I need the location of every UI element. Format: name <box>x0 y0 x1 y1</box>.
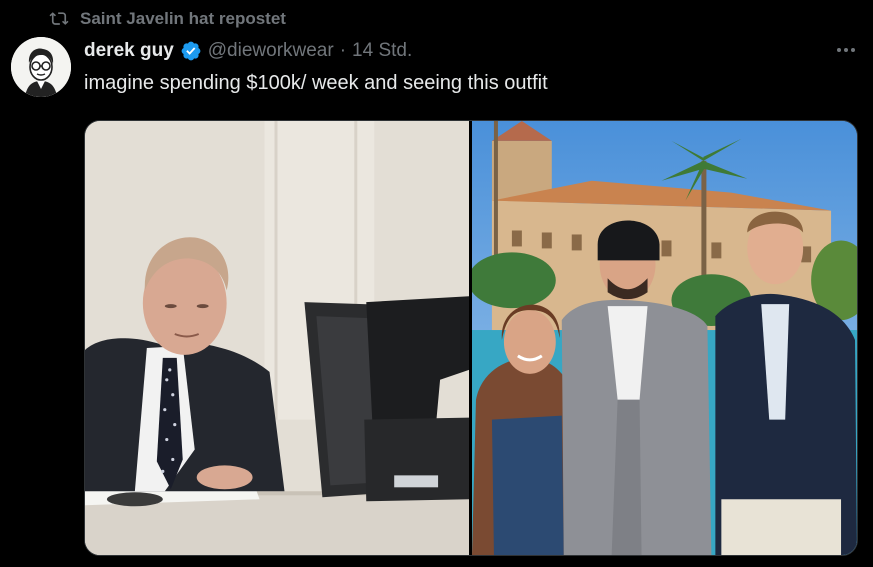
handle[interactable]: @dieworkwear <box>208 40 334 62</box>
verified-badge-icon[interactable] <box>180 40 202 62</box>
post[interactable]: Saint Javelin hat repostet derek guy @di… <box>0 0 873 567</box>
avatar[interactable] <box>11 37 71 97</box>
repost-icon <box>49 12 69 25</box>
tweet-text: imagine spending $100k/ week and seeing … <box>84 72 548 94</box>
media-photo-left[interactable] <box>85 121 469 555</box>
repost-label: Saint Javelin hat repostet <box>80 9 286 28</box>
media-grid <box>84 120 858 556</box>
avatar-illustration <box>11 37 71 97</box>
separator: · <box>339 40 347 61</box>
display-name[interactable]: derek guy <box>84 40 174 62</box>
media-photo-right[interactable] <box>472 121 857 555</box>
timestamp[interactable]: 14 Std. <box>352 40 412 62</box>
repost-context[interactable]: Saint Javelin hat repostet <box>48 9 286 29</box>
post-header: derek guy @dieworkwear · 14 Std. <box>84 40 412 62</box>
more-options-icon[interactable] <box>837 38 855 62</box>
